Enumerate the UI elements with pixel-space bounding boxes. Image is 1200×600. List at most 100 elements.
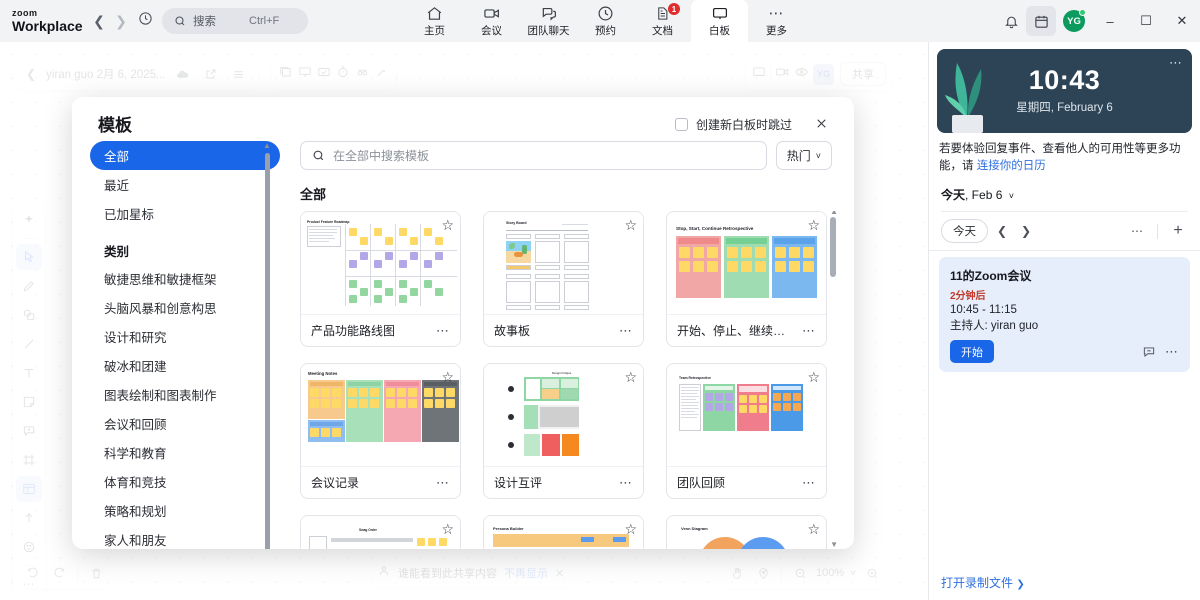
clock-card: 10:43 星期四, February 6 ⋯ bbox=[937, 49, 1192, 133]
sidebar-item-design[interactable]: 设计和研究 bbox=[90, 322, 280, 351]
nav-back-button[interactable]: ❮ bbox=[88, 13, 110, 30]
favorite-star-icon[interactable]: ☆ bbox=[624, 217, 637, 234]
meeting-host: 主持人: yiran guo bbox=[950, 317, 1179, 333]
calendar-options-button[interactable]: ⋯ bbox=[1127, 224, 1147, 238]
favorite-star-icon[interactable]: ☆ bbox=[624, 521, 637, 538]
avatar[interactable]: YG bbox=[1063, 10, 1085, 32]
grid-scrollbar-thumb[interactable] bbox=[830, 217, 836, 277]
calendar-icon[interactable] bbox=[1026, 6, 1056, 36]
sidebar-item-label: 体育和竞技 bbox=[104, 472, 167, 491]
recording-link-label: 打开录制文件 bbox=[941, 576, 1013, 590]
sidebar-item-science[interactable]: 科学和教育 bbox=[90, 438, 280, 467]
next-day-button[interactable]: ❯ bbox=[1016, 224, 1036, 238]
tab-meetings[interactable]: 会议 bbox=[463, 0, 520, 42]
add-event-button[interactable]: + bbox=[1168, 222, 1188, 240]
templates-grid[interactable]: ☆ Product Feature Roadmap bbox=[300, 211, 840, 549]
template-card[interactable]: ☆ Stop, Start, Continue Retrospective bbox=[666, 211, 827, 347]
preview-title: Team Retrospective bbox=[679, 376, 711, 380]
favorite-star-icon[interactable]: ☆ bbox=[807, 521, 820, 538]
template-preview: ☆ Persona Builder bbox=[484, 516, 643, 549]
template-options-button[interactable]: ⋯ bbox=[436, 475, 450, 491]
tab-label: 团队聊天 bbox=[528, 23, 570, 38]
skip-on-create-checkbox[interactable]: 创建新白板时跳过 bbox=[675, 116, 792, 133]
template-options-button[interactable]: ⋯ bbox=[802, 475, 816, 491]
today-header[interactable]: 今天, Feb 6 ˅ bbox=[941, 186, 1188, 212]
tab-scheduler[interactable]: 预约 bbox=[577, 0, 634, 42]
favorite-star-icon[interactable]: ☆ bbox=[807, 217, 820, 234]
tab-team-chat[interactable]: 团队聊天 bbox=[520, 0, 577, 42]
template-card[interactable]: ☆ Swag Order ⋯ bbox=[300, 515, 461, 549]
notice-text: 若要体验回复事件、查看他人的可用性等更多功能，请 bbox=[939, 143, 1181, 172]
sidebar-item-sports[interactable]: 体育和竞技 bbox=[90, 467, 280, 496]
chevron-down-icon[interactable]: ˅ bbox=[1009, 191, 1014, 201]
template-options-button[interactable]: ⋯ bbox=[802, 323, 816, 339]
search-input[interactable]: 搜索 Ctrl+F bbox=[162, 8, 308, 34]
template-card[interactable]: ☆ Meeting Notes bbox=[300, 363, 461, 499]
docs-badge: 1 bbox=[668, 3, 680, 15]
grid-scroll-up-arrow[interactable]: ▲ bbox=[830, 211, 838, 216]
tab-whiteboard[interactable]: 白板 bbox=[691, 0, 748, 42]
sidebar-item-starred[interactable]: 已加星标 bbox=[90, 199, 280, 228]
clock-options-button[interactable]: ⋯ bbox=[1169, 55, 1183, 71]
close-button[interactable]: ✕ bbox=[1164, 0, 1200, 42]
close-dialog-button[interactable] bbox=[810, 112, 832, 134]
tab-docs[interactable]: 1 文档 bbox=[634, 0, 691, 42]
sidebar-item-meetings[interactable]: 会议和回顾 bbox=[90, 409, 280, 438]
tab-label: 预约 bbox=[595, 23, 616, 38]
divider bbox=[1157, 224, 1158, 239]
template-options-button[interactable]: ⋯ bbox=[436, 323, 450, 339]
favorite-star-icon[interactable]: ☆ bbox=[807, 369, 820, 386]
sidebar-item-brainstorm[interactable]: 头脑风暴和创意构思 bbox=[90, 293, 280, 322]
prev-day-button[interactable]: ❮ bbox=[992, 224, 1012, 238]
sidebar-item-recent[interactable]: 最近 bbox=[90, 170, 280, 199]
template-card[interactable]: ☆ Venn Diagram ⋯ bbox=[666, 515, 827, 549]
grid-scroll-down-arrow[interactable]: ▼ bbox=[830, 540, 838, 549]
favorite-star-icon[interactable]: ☆ bbox=[624, 369, 637, 386]
template-card-footer: 设计互评 ⋯ bbox=[484, 467, 643, 498]
sidebar-item-agile[interactable]: 敏捷思维和敏捷框架 bbox=[90, 264, 280, 293]
sidebar-item-diagramming[interactable]: 图表绘制和图表制作 bbox=[90, 380, 280, 409]
start-meeting-button[interactable]: 开始 bbox=[950, 340, 994, 363]
template-card[interactable]: ☆ Team Retrospective bbox=[666, 363, 827, 499]
template-card[interactable]: ☆ Product Feature Roadmap bbox=[300, 211, 461, 347]
template-card[interactable]: ☆ Persona Builder ⋯ bbox=[483, 515, 644, 549]
history-icon[interactable] bbox=[132, 11, 158, 31]
notifications-bell-icon[interactable] bbox=[996, 6, 1026, 36]
sidebar-item-icebreaker[interactable]: 破冰和团建 bbox=[90, 351, 280, 380]
template-row: ☆ Meeting Notes bbox=[300, 363, 840, 499]
sidebar-item-label: 图表绘制和图表制作 bbox=[104, 385, 217, 404]
sidebar-item-family[interactable]: 家人和朋友 bbox=[90, 525, 280, 549]
favorite-star-icon[interactable]: ☆ bbox=[441, 521, 454, 538]
meeting-card[interactable]: 11的Zoom会议 2分钟后 10:45 - 11:15 主持人: yiran … bbox=[939, 257, 1190, 372]
tab-more[interactable]: ⋯ 更多 bbox=[748, 0, 805, 42]
checkbox-box[interactable] bbox=[675, 118, 688, 131]
connect-calendar-link[interactable]: 连接你的日历 bbox=[977, 160, 1046, 172]
preview-title: Persona Builder bbox=[493, 526, 524, 531]
today-pill-button[interactable]: 今天 bbox=[941, 219, 988, 243]
sidebar-item-strategy[interactable]: 策略和规划 bbox=[90, 496, 280, 525]
favorite-star-icon[interactable]: ☆ bbox=[441, 369, 454, 386]
meeting-chat-icon[interactable] bbox=[1142, 345, 1156, 359]
favorite-star-icon[interactable]: ☆ bbox=[441, 217, 454, 234]
sort-filter-dropdown[interactable]: 热门 ˅ bbox=[776, 141, 832, 170]
section-title: 全部 bbox=[300, 184, 854, 203]
template-card[interactable]: ☆ Story Board bbox=[483, 211, 644, 347]
minimize-button[interactable]: – bbox=[1092, 0, 1128, 42]
sidebar-item-label: 全部 bbox=[104, 146, 129, 165]
template-search-input[interactable]: 在全部中搜索模板 bbox=[300, 141, 767, 170]
tab-home[interactable]: 主页 bbox=[406, 0, 463, 42]
sidebar-scroll-up-arrow[interactable]: ▲ bbox=[263, 141, 271, 150]
maximize-button[interactable]: ☐ bbox=[1128, 0, 1164, 42]
search-icon bbox=[174, 15, 186, 27]
template-card-footer: 故事板 ⋯ bbox=[484, 315, 643, 346]
template-card[interactable]: ☆ Design Critique bbox=[483, 363, 644, 499]
nav-forward-button[interactable]: ❯ bbox=[110, 13, 132, 30]
template-options-button[interactable]: ⋯ bbox=[619, 323, 633, 339]
meeting-options-button[interactable]: ⋯ bbox=[1165, 344, 1179, 360]
sidebar-scrollbar-thumb[interactable] bbox=[265, 153, 270, 549]
template-options-button[interactable]: ⋯ bbox=[619, 475, 633, 491]
template-category-sidebar[interactable]: 全部 最近 已加星标 类别 敏捷思维和敏捷框架 头脑风暴和创意构思 设计和研究 … bbox=[90, 141, 280, 549]
open-recordings-link[interactable]: 打开录制文件 ❯ bbox=[941, 574, 1025, 591]
template-card-footer: 团队回顾 ⋯ bbox=[667, 467, 826, 498]
sidebar-item-all[interactable]: 全部 bbox=[90, 141, 280, 170]
